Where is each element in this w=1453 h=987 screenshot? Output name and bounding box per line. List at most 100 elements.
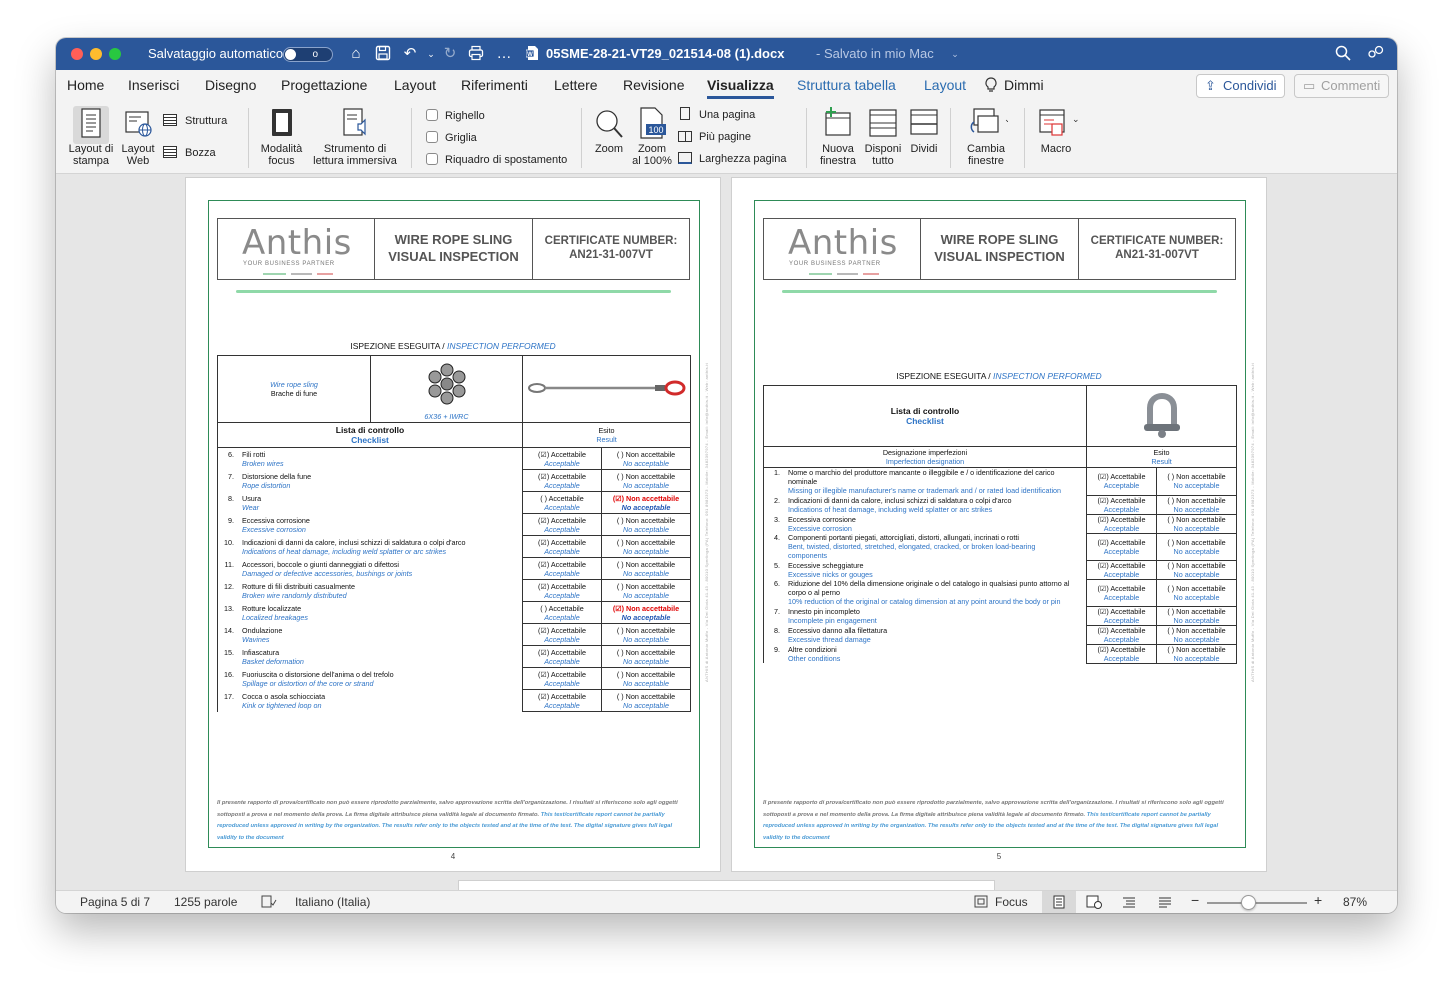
checked-box[interactable]: (☑) xyxy=(538,538,549,547)
not-acceptable-option[interactable]: (☑) Non accettabile xyxy=(604,604,688,613)
acceptable-option[interactable]: (☑) Accettabile xyxy=(1089,645,1154,654)
not-acceptable-option[interactable]: ( ) Non accettabile xyxy=(604,670,688,679)
zoom-out-button[interactable]: − xyxy=(1191,892,1199,908)
empty-box[interactable]: ( ) xyxy=(617,560,624,569)
checked-box[interactable]: (☑) xyxy=(538,516,549,525)
zoom-in-button[interactable]: + xyxy=(1314,892,1322,908)
print-icon[interactable] xyxy=(467,45,485,63)
lightbulb-icon[interactable] xyxy=(984,77,998,96)
checked-box[interactable]: (☑) xyxy=(1097,515,1108,524)
acceptable-option[interactable]: (☑) Accettabile xyxy=(525,582,599,591)
empty-box[interactable]: ( ) xyxy=(540,604,547,613)
focus-icon[interactable] xyxy=(974,895,988,911)
not-acceptable-option[interactable]: ( ) Non accettabile xyxy=(1159,472,1234,481)
grid-checkbox[interactable]: Griglia xyxy=(426,130,477,146)
draft-view-icon[interactable] xyxy=(1158,895,1172,912)
tab-insert[interactable]: Inserisci xyxy=(128,77,179,93)
checked-box[interactable]: (☑) xyxy=(1097,626,1108,635)
tab-draw[interactable]: Disegno xyxy=(205,77,256,93)
checked-box[interactable]: (☑) xyxy=(1097,538,1108,547)
checked-box[interactable]: (☑) xyxy=(538,648,549,657)
multiple-pages-button[interactable]: Più pagine xyxy=(678,129,751,145)
zoom-button[interactable]: Zoom xyxy=(589,106,629,155)
empty-box[interactable]: ( ) xyxy=(617,582,624,591)
zoom-window-button[interactable] xyxy=(109,48,121,60)
checked-box[interactable]: (☑) xyxy=(538,582,549,591)
undo-dropdown-icon[interactable]: ⌄ xyxy=(422,45,440,63)
checked-box[interactable]: (☑) xyxy=(1097,607,1108,616)
save-icon[interactable] xyxy=(374,45,392,63)
tab-design[interactable]: Progettazione xyxy=(281,77,367,93)
web-layout-view-icon[interactable] xyxy=(1086,895,1102,912)
checked-box[interactable]: (☑) xyxy=(538,626,549,635)
acceptable-option[interactable]: ( ) Accettabile xyxy=(525,494,599,503)
zoom-slider-thumb[interactable] xyxy=(1240,895,1256,910)
more-commands-icon[interactable]: … xyxy=(495,45,513,63)
tell-me[interactable]: Dimmi xyxy=(1004,77,1044,93)
acceptable-option[interactable]: (☑) Accettabile xyxy=(525,538,599,547)
web-layout-button[interactable]: Layout Web xyxy=(119,106,157,167)
immersive-reader-button[interactable]: Strumento di lettura immersiva xyxy=(308,106,402,167)
acceptable-option[interactable]: (☑) Accettabile xyxy=(525,450,599,459)
acceptable-option[interactable]: (☑) Accettabile xyxy=(525,670,599,679)
not-acceptable-option[interactable]: ( ) Non accettabile xyxy=(1159,515,1234,524)
page-4[interactable]: ANTHIS di Antonio Muffo - Via Dei Gioia … xyxy=(186,178,720,871)
not-acceptable-option[interactable]: ( ) Non accettabile xyxy=(604,538,688,547)
focus-mode-status[interactable]: Focus xyxy=(995,895,1028,909)
tab-view[interactable]: Visualizza xyxy=(707,77,774,99)
checked-box[interactable]: (☑) xyxy=(538,560,549,569)
empty-box[interactable]: ( ) xyxy=(617,538,624,547)
empty-box[interactable]: ( ) xyxy=(1167,607,1174,616)
home-icon[interactable]: ⌂ xyxy=(347,45,365,63)
share-button[interactable]: ⇪ Condividi xyxy=(1196,74,1286,98)
save-status[interactable]: - Salvato in mio Mac xyxy=(816,38,934,70)
search-icon[interactable] xyxy=(1334,45,1352,63)
not-acceptable-option[interactable]: ( ) Non accettabile xyxy=(1159,538,1234,547)
checked-box[interactable]: (☑) xyxy=(538,472,549,481)
acceptable-option[interactable]: (☑) Accettabile xyxy=(525,560,599,569)
empty-box[interactable]: ( ) xyxy=(1167,645,1174,654)
not-acceptable-option[interactable]: ( ) Non accettabile xyxy=(604,450,688,459)
empty-box[interactable]: ( ) xyxy=(1167,584,1174,593)
checked-box[interactable]: (☑) xyxy=(538,692,549,701)
checked-box[interactable]: (☑) xyxy=(613,604,624,613)
not-acceptable-option[interactable]: ( ) Non accettabile xyxy=(604,582,688,591)
acceptable-option[interactable]: (☑) Accettabile xyxy=(1089,626,1154,635)
not-acceptable-option[interactable]: ( ) Non accettabile xyxy=(1159,584,1234,593)
not-acceptable-option[interactable]: (☑) Non accettabile xyxy=(604,494,688,503)
empty-box[interactable]: ( ) xyxy=(617,450,624,459)
acceptable-option[interactable]: (☑) Accettabile xyxy=(525,626,599,635)
acceptable-option[interactable]: (☑) Accettabile xyxy=(1089,496,1154,505)
empty-box[interactable]: ( ) xyxy=(617,516,624,525)
empty-box[interactable]: ( ) xyxy=(1167,472,1174,481)
page-width-button[interactable]: Larghezza pagina xyxy=(678,151,786,167)
empty-box[interactable]: ( ) xyxy=(617,670,624,679)
zoom-slider-track[interactable] xyxy=(1207,902,1307,904)
tab-home[interactable]: Home xyxy=(67,77,104,93)
navigation-pane-checkbox[interactable]: Riquadro di spostamento xyxy=(426,152,567,168)
acceptable-option[interactable]: (☑) Accettabile xyxy=(1089,561,1154,570)
not-acceptable-option[interactable]: ( ) Non accettabile xyxy=(604,648,688,657)
document-canvas[interactable]: ANTHIS di Antonio Muffo - Via Dei Gioia … xyxy=(56,174,1397,890)
acceptable-option[interactable]: (☑) Accettabile xyxy=(1089,538,1154,547)
tab-mailings[interactable]: Lettere xyxy=(554,77,598,93)
not-acceptable-option[interactable]: ( ) Non accettabile xyxy=(1159,496,1234,505)
checked-box[interactable]: (☑) xyxy=(538,450,549,459)
checked-box[interactable]: (☑) xyxy=(1097,472,1108,481)
switch-windows-button[interactable]: ⌄ Cambia finestre xyxy=(956,106,1016,167)
empty-box[interactable]: ( ) xyxy=(540,494,547,503)
zoom-percentage[interactable]: 87% xyxy=(1343,895,1367,909)
new-window-button[interactable]: Nuova finestra xyxy=(816,106,860,167)
undo-icon[interactable]: ↶ xyxy=(401,45,419,63)
not-acceptable-option[interactable]: ( ) Non accettabile xyxy=(1159,645,1234,654)
not-acceptable-option[interactable]: ( ) Non accettabile xyxy=(1159,607,1234,616)
tab-references[interactable]: Riferimenti xyxy=(461,77,528,93)
tab-table-design[interactable]: Struttura tabella xyxy=(797,77,896,93)
acceptable-option[interactable]: (☑) Accettabile xyxy=(1089,515,1154,524)
not-acceptable-option[interactable]: ( ) Non accettabile xyxy=(1159,626,1234,635)
outline-view-icon[interactable] xyxy=(1122,895,1136,912)
not-acceptable-option[interactable]: ( ) Non accettabile xyxy=(604,560,688,569)
tab-layout[interactable]: Layout xyxy=(394,77,436,93)
proofing-icon[interactable] xyxy=(261,895,277,911)
page-indicator[interactable]: Pagina 5 di 7 xyxy=(80,895,150,909)
